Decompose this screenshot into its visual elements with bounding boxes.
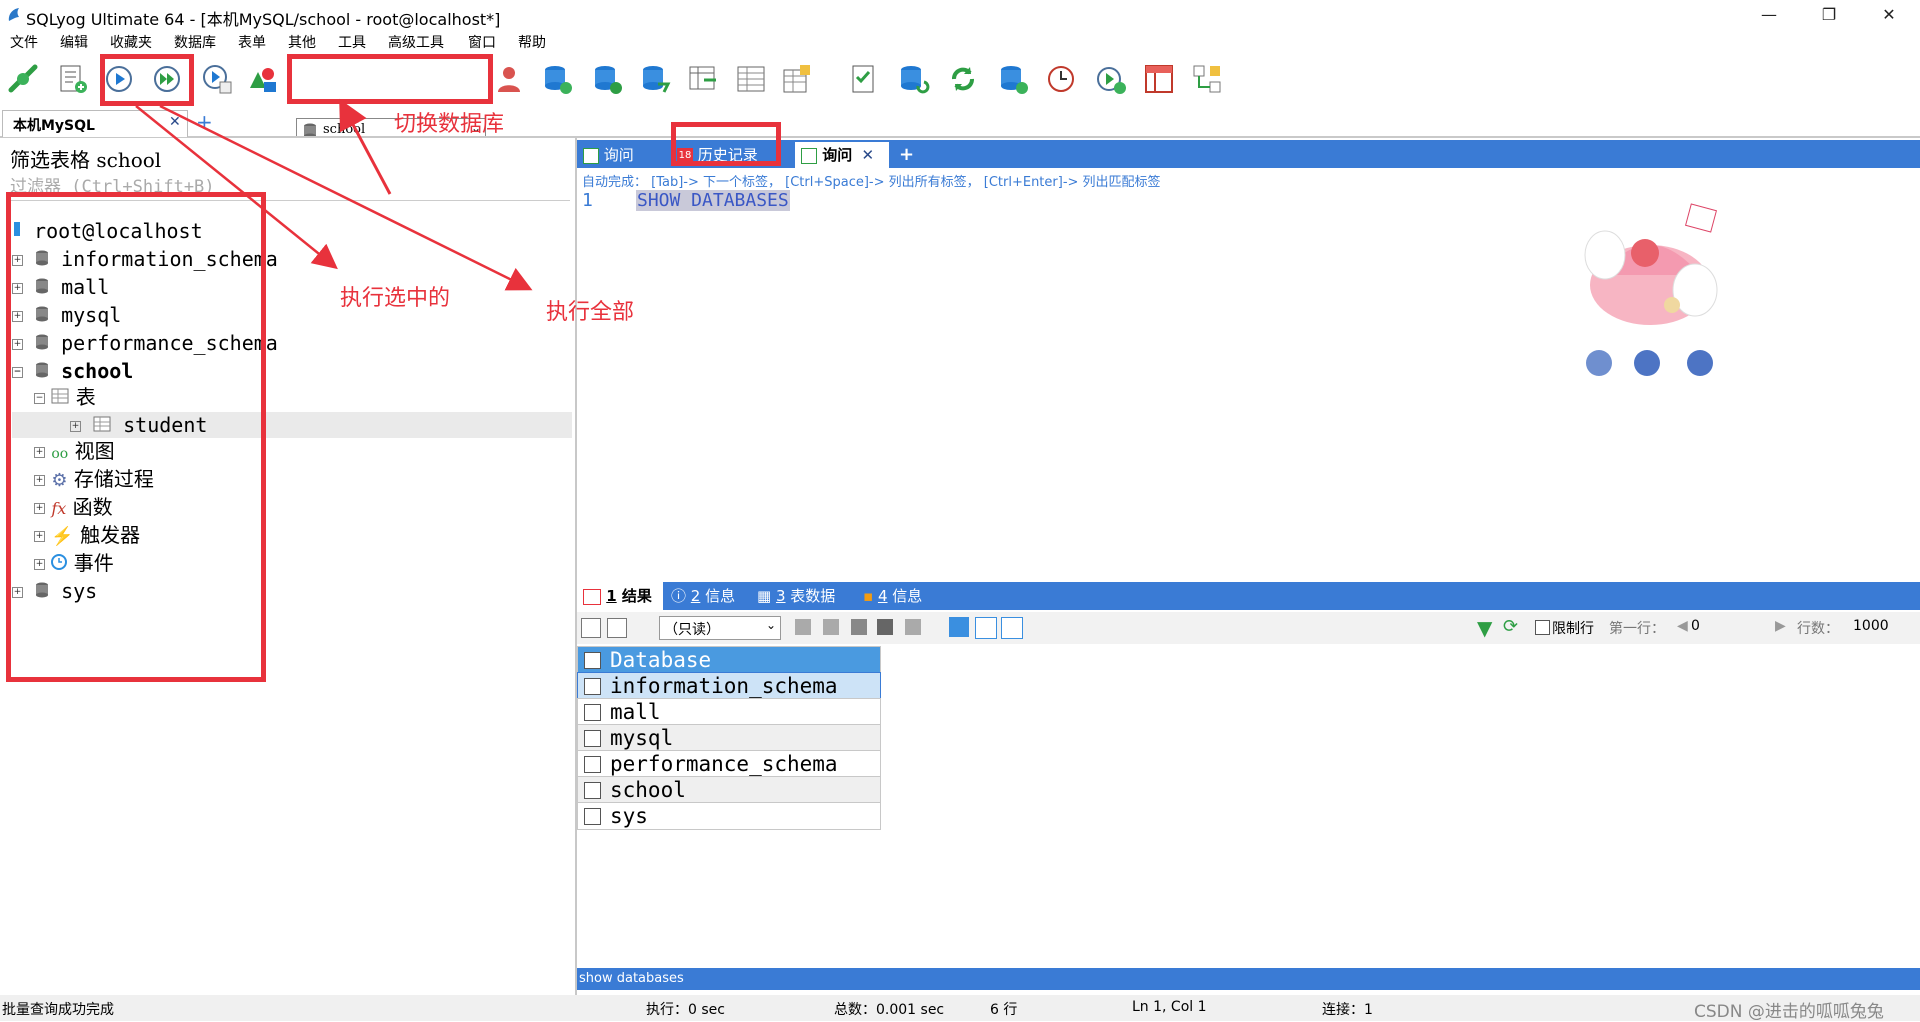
annotation-exec-all: 执行全部 <box>546 300 635 325</box>
annotation-switch-db: 切换数据库 <box>394 112 505 137</box>
annotation-exec-selected: 执行选中的 <box>340 286 451 311</box>
annotation-arrows <box>135 98 533 291</box>
